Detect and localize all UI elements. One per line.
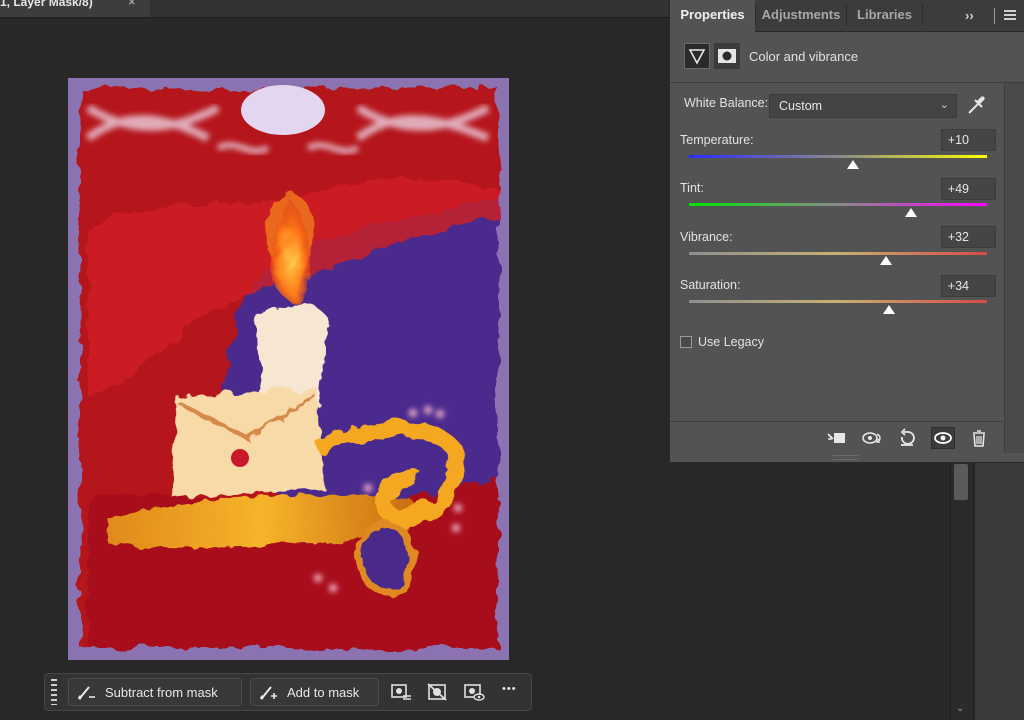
panel-footer	[670, 421, 1003, 455]
wax-seal	[231, 449, 249, 467]
tint-label: Tint:	[680, 181, 704, 195]
saturation-slider-track[interactable]	[689, 300, 987, 303]
tab-libraries[interactable]: Libraries	[847, 0, 922, 31]
clip-to-layer-icon[interactable]	[825, 428, 847, 448]
canvas-vertical-scrollbar[interactable]: ⌄	[950, 462, 972, 720]
collapse-panels-icon[interactable]: ››	[965, 8, 974, 23]
panel-scrollbar[interactable]	[1004, 83, 1024, 453]
mask-contextual-taskbar: Subtract from mask Add to mask •••	[44, 673, 532, 711]
layer-mask-icon[interactable]	[714, 43, 740, 69]
right-dock-column	[974, 462, 1024, 720]
panel-resize-grip[interactable]	[833, 455, 859, 460]
vibrance-slider-track[interactable]	[689, 252, 987, 255]
panel-menu-icon[interactable]	[1004, 10, 1016, 20]
temperature-value[interactable]: +10	[941, 129, 996, 151]
document-tab-bar: 1, Layer Mask/8) ×	[0, 0, 670, 18]
view-previous-state-icon[interactable]	[861, 428, 883, 448]
white-balance-select[interactable]: Custom ⌄	[769, 94, 957, 118]
eyedropper-icon[interactable]	[965, 93, 987, 117]
tint-slider-track[interactable]	[689, 203, 987, 206]
vibrance-value[interactable]: +32	[941, 226, 996, 248]
white-balance-label: White Balance:	[684, 96, 769, 110]
document-tab-title: 1, Layer Mask/8)	[0, 0, 93, 9]
saturation-label: Saturation:	[680, 278, 741, 292]
trash-icon[interactable]	[968, 428, 990, 448]
add-to-mask-button[interactable]: Add to mask	[250, 678, 379, 706]
pendant-ornament	[356, 520, 416, 596]
tint-slider-thumb[interactable]	[905, 208, 917, 217]
adjustment-type-label: Color and vibrance	[749, 49, 859, 64]
document-tab[interactable]: 1, Layer Mask/8) ×	[0, 0, 150, 17]
toggle-visibility-icon[interactable]	[931, 427, 955, 449]
subtract-from-mask-label: Subtract from mask	[105, 685, 218, 700]
white-balance-value: Custom	[779, 99, 823, 113]
close-icon[interactable]: ×	[128, 0, 136, 8]
use-legacy-checkbox[interactable]	[680, 336, 692, 348]
tab-adjustments[interactable]: Adjustments	[756, 0, 846, 31]
panel-tab-bar: Properties Adjustments Libraries ››	[670, 0, 1024, 32]
disable-mask-icon[interactable]	[426, 682, 448, 702]
temperature-slider-track[interactable]	[689, 155, 987, 158]
chevron-down-icon[interactable]: ⌄	[956, 704, 966, 714]
use-legacy-label: Use Legacy	[698, 335, 765, 349]
chevron-down-icon: ⌄	[939, 99, 949, 111]
tint-value[interactable]: +49	[941, 178, 996, 200]
more-options-icon[interactable]: •••	[502, 683, 517, 695]
vibrance-slider-thumb[interactable]	[879, 256, 892, 265]
temperature-slider-thumb[interactable]	[846, 160, 859, 169]
drag-handle[interactable]	[51, 679, 57, 705]
vibrance-label: Vibrance:	[680, 230, 733, 244]
saturation-slider-thumb[interactable]	[882, 305, 895, 314]
properties-panel: Properties Adjustments Libraries ›› Colo…	[669, 0, 1024, 463]
artwork-canvas[interactable]	[68, 78, 509, 660]
view-mask-icon[interactable]	[463, 682, 485, 702]
scrollbar-thumb[interactable]	[954, 464, 968, 500]
add-to-mask-label: Add to mask	[287, 685, 360, 700]
adjustment-layer-icon[interactable]	[684, 43, 710, 69]
mask-options-icon[interactable]	[390, 682, 412, 702]
adjustment-type-row: Color and vibrance	[670, 32, 1024, 83]
tab-properties[interactable]: Properties	[670, 0, 755, 32]
temperature-label: Temperature:	[680, 133, 754, 147]
brush-plus-icon	[260, 686, 277, 700]
brush-minus-icon	[78, 686, 95, 700]
reset-icon[interactable]	[896, 428, 918, 448]
subtract-from-mask-button[interactable]: Subtract from mask	[68, 678, 242, 706]
oval-emblem	[241, 85, 325, 135]
saturation-value[interactable]: +34	[941, 275, 996, 297]
